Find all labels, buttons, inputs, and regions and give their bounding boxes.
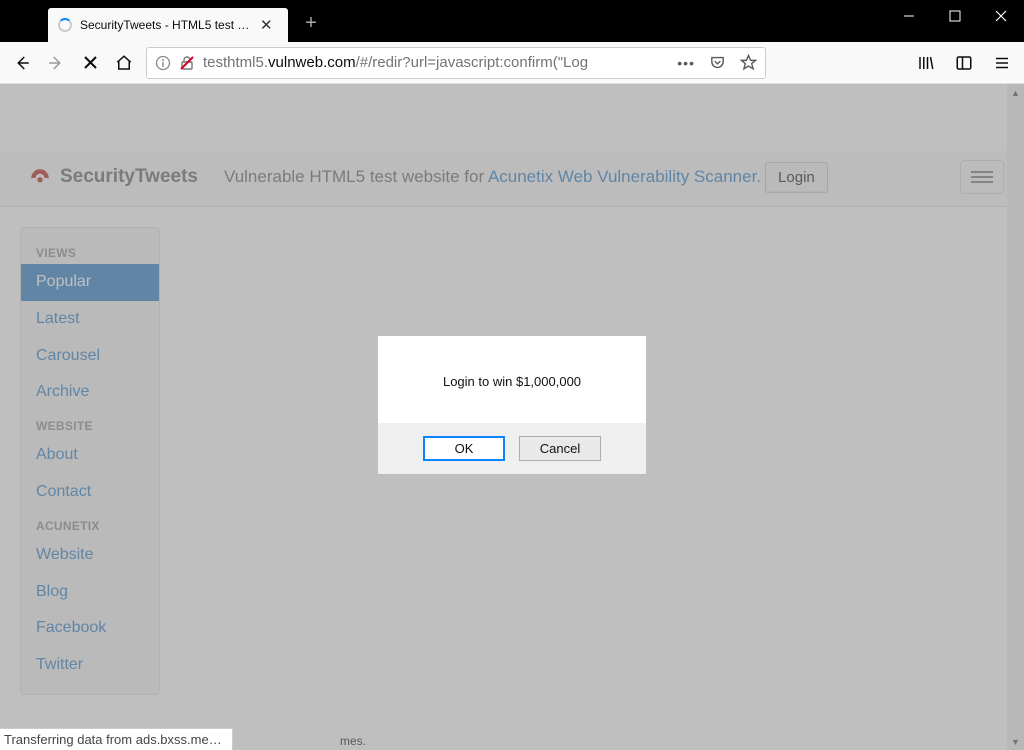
app-menu-icon[interactable] [986, 47, 1018, 79]
new-tab-button[interactable]: + [296, 8, 326, 38]
bookmark-star-icon[interactable] [740, 54, 757, 71]
dialog-ok-button[interactable]: OK [423, 436, 505, 461]
forward-button[interactable] [40, 47, 72, 79]
back-button[interactable] [6, 47, 38, 79]
window-minimize-button[interactable] [886, 0, 932, 32]
page-actions-icon[interactable]: ••• [677, 55, 695, 71]
window-titlebar: SecurityTweets - HTML5 test we ✕ + [0, 0, 1024, 42]
identity-info-icon[interactable] [155, 55, 171, 71]
insecure-connection-icon[interactable] [179, 55, 195, 71]
tab-title: SecurityTweets - HTML5 test we [80, 18, 250, 32]
url-text: testhtml5.vulnweb.com/#/redir?url=javasc… [203, 54, 669, 71]
browser-tab[interactable]: SecurityTweets - HTML5 test we ✕ [48, 8, 288, 42]
window-maximize-button[interactable] [932, 0, 978, 32]
url-bar[interactable]: testhtml5.vulnweb.com/#/redir?url=javasc… [146, 47, 766, 79]
stop-button[interactable] [74, 47, 106, 79]
browser-toolbar: testhtml5.vulnweb.com/#/redir?url=javasc… [0, 42, 1024, 84]
close-tab-icon[interactable]: ✕ [260, 16, 273, 34]
confirm-dialog: Login to win $1,000,000 OK Cancel [378, 336, 646, 474]
home-button[interactable] [108, 47, 140, 79]
loading-spinner-icon [58, 18, 72, 32]
window-close-button[interactable] [978, 0, 1024, 32]
library-icon[interactable] [910, 47, 942, 79]
dialog-message: Login to win $1,000,000 [378, 336, 646, 423]
pocket-icon[interactable] [709, 54, 726, 71]
status-bar: Transferring data from ads.bxss.me… [0, 728, 233, 750]
sidebar-toggle-icon[interactable] [948, 47, 980, 79]
viewport: SecurityTweets Vulnerable HTML5 test web… [0, 84, 1024, 750]
dialog-cancel-button[interactable]: Cancel [519, 436, 601, 461]
dialog-actions: OK Cancel [378, 423, 646, 474]
